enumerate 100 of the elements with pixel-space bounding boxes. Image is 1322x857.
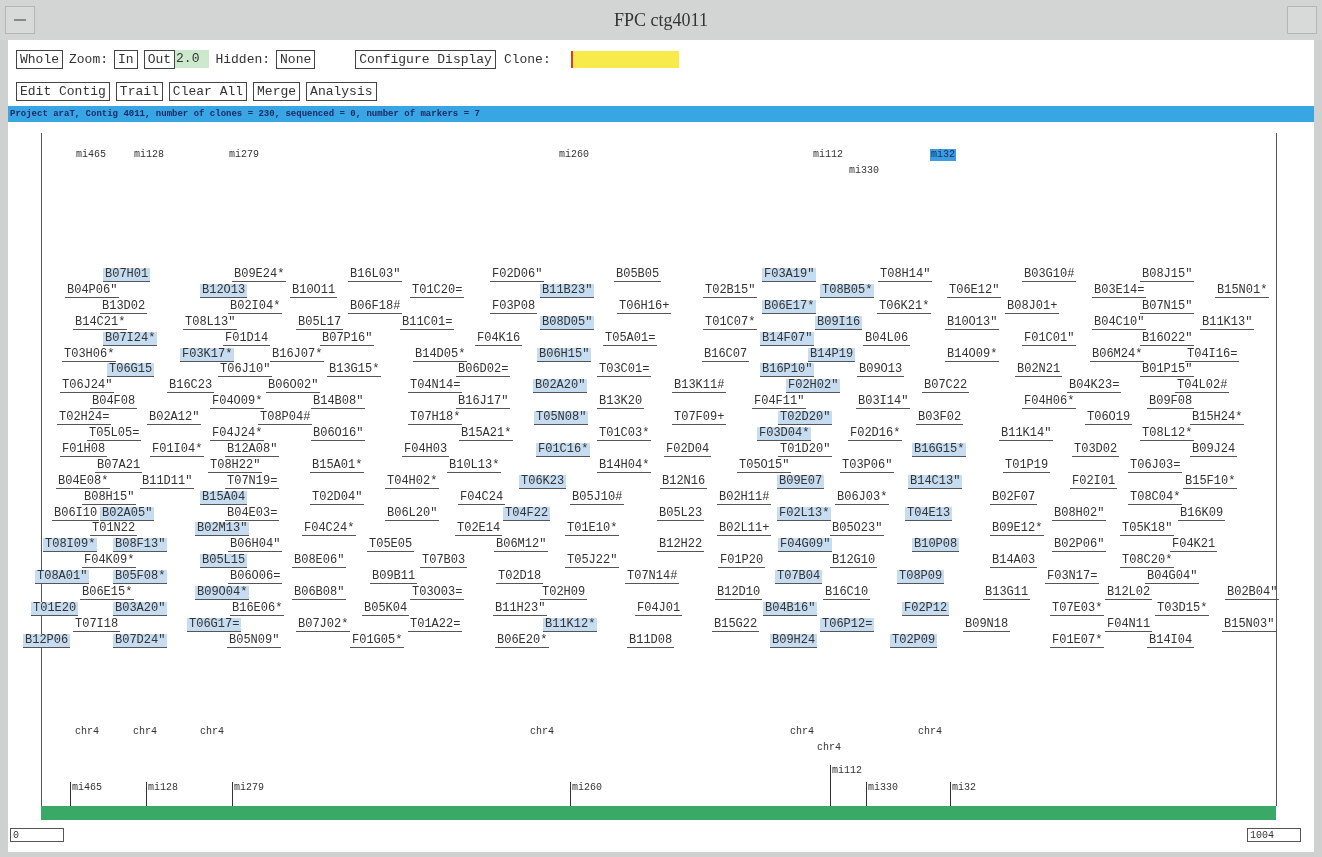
clone-label[interactable]: B08F13" xyxy=(113,538,168,552)
clone-label[interactable]: F04C24 xyxy=(458,491,506,505)
clone-label[interactable]: B14C13" xyxy=(908,475,963,489)
clone-label[interactable]: T08A01" xyxy=(35,570,90,584)
clone-label[interactable]: F02L13* xyxy=(777,507,832,521)
clone-label[interactable]: T03O03= xyxy=(410,586,465,600)
clone-label[interactable]: B16G15* xyxy=(912,443,967,457)
clone-label[interactable]: B02F07 xyxy=(990,491,1038,505)
clone-label[interactable]: T08I09* xyxy=(43,538,98,552)
clone-label[interactable]: B02N21 xyxy=(1015,363,1063,377)
clone-label[interactable]: T08L12* xyxy=(1140,427,1195,441)
clone-label[interactable]: B05B05 xyxy=(614,268,662,282)
marker-label[interactable]: mi260 xyxy=(558,149,590,161)
clone-label[interactable]: B16J07* xyxy=(270,348,325,362)
clone-label[interactable]: F03D04* xyxy=(757,427,812,441)
clone-label[interactable]: T02P09 xyxy=(890,634,938,648)
clone-label[interactable]: B07C22 xyxy=(922,379,970,393)
clone-label[interactable]: B11D08 xyxy=(627,634,675,648)
clone-label[interactable]: F04N11 xyxy=(1105,618,1153,632)
clone-label[interactable]: T02H09 xyxy=(540,586,588,600)
clone-label[interactable]: B10O11 xyxy=(290,284,338,298)
clone-label[interactable]: B06D02= xyxy=(456,363,511,377)
clone-label[interactable]: B12H22 xyxy=(657,538,705,552)
clone-label[interactable]: F04J01 xyxy=(635,602,683,616)
clone-label[interactable]: T08B05* xyxy=(820,284,875,298)
clone-label[interactable]: B02A12" xyxy=(147,411,202,425)
clone-label[interactable]: B06O02" xyxy=(266,379,321,393)
clone-label[interactable]: B02A20" xyxy=(533,379,588,393)
range-start-field[interactable]: 0 xyxy=(10,828,64,842)
clone-label[interactable]: B05O23" xyxy=(830,522,885,536)
clone-label[interactable]: B03E14= xyxy=(1092,284,1147,298)
toolbar-button[interactable]: Whole xyxy=(16,49,63,69)
clone-label[interactable]: F01I04* xyxy=(150,443,205,457)
clone-label[interactable]: B11K13" xyxy=(1200,316,1255,330)
clone-label[interactable]: F04K16 xyxy=(475,332,523,346)
clone-label[interactable]: F02D16* xyxy=(848,427,903,441)
clone-label[interactable]: T06J10" xyxy=(218,363,273,377)
clone-label[interactable]: B14I04 xyxy=(1147,634,1195,648)
marker-label[interactable]: mi128 xyxy=(133,149,165,161)
clone-label[interactable]: F03P08 xyxy=(490,300,538,314)
clone-label[interactable]: B15G22 xyxy=(712,618,760,632)
clone-field[interactable] xyxy=(570,50,679,68)
clone-label[interactable]: B08D05" xyxy=(540,316,595,330)
clone-label[interactable]: B15A21* xyxy=(459,427,514,441)
clone-label[interactable]: F04G09" xyxy=(778,538,833,552)
clone-label[interactable]: B16C07 xyxy=(702,348,750,362)
clone-label[interactable]: B06J03* xyxy=(835,491,890,505)
clone-label[interactable]: B03F02 xyxy=(916,411,964,425)
clone-label[interactable]: F04C24* xyxy=(302,522,357,536)
clone-label[interactable]: T06G17= xyxy=(187,618,242,632)
clone-label[interactable]: B13K20 xyxy=(597,395,645,409)
clone-label[interactable]: B03G10# xyxy=(1022,268,1077,282)
clone-label[interactable]: T04N14= xyxy=(408,379,463,393)
clone-label[interactable]: T08H14" xyxy=(878,268,933,282)
clone-label[interactable]: B11H23" xyxy=(493,602,548,616)
clone-label[interactable]: B09H24 xyxy=(770,634,818,648)
clone-label[interactable]: T06O19 xyxy=(1085,411,1133,425)
clone-label[interactable]: B06H15" xyxy=(537,348,592,362)
clone-label[interactable]: B02P06" xyxy=(1052,538,1107,552)
toolbar-button[interactable]: None xyxy=(276,49,316,69)
clone-label[interactable]: B15N01* xyxy=(1215,284,1270,298)
clone-label[interactable]: F01H08 xyxy=(60,443,108,457)
clone-label[interactable]: F01G05* xyxy=(350,634,405,648)
clone-label[interactable]: T07B04 xyxy=(775,570,823,584)
clone-label[interactable]: B15H24* xyxy=(1190,411,1245,425)
clone-label[interactable]: F03A19" xyxy=(762,268,817,282)
clone-label[interactable]: B02A05" xyxy=(100,507,155,521)
clone-label[interactable]: B12G10 xyxy=(830,554,878,568)
clone-label[interactable]: B07D24" xyxy=(113,634,168,648)
clone-label[interactable]: B07N15" xyxy=(1140,300,1195,314)
clone-label[interactable]: T08P09 xyxy=(897,570,945,584)
marker-label[interactable]: mi112 xyxy=(812,149,844,161)
clone-label[interactable]: B11K14" xyxy=(999,427,1054,441)
clone-label[interactable]: B05J10# xyxy=(570,491,625,505)
clone-label[interactable]: T01C03* xyxy=(597,427,652,441)
clone-label[interactable]: T05O15" xyxy=(737,459,792,473)
clone-label[interactable]: T07N14# xyxy=(625,570,680,584)
clone-label[interactable]: T05A01= xyxy=(603,332,658,346)
clone-label[interactable]: T06E12" xyxy=(947,284,1002,298)
clone-label[interactable]: F04J24* xyxy=(210,427,265,441)
range-end-field[interactable]: 1004 xyxy=(1247,828,1301,842)
clone-label[interactable]: B07P16" xyxy=(320,332,375,346)
clone-label[interactable]: T06J03= xyxy=(1128,459,1183,473)
clone-label[interactable]: B11D11" xyxy=(140,475,195,489)
clone-label[interactable]: B15F10* xyxy=(1183,475,1238,489)
clone-label[interactable]: B14H04* xyxy=(597,459,652,473)
toolbar-button[interactable]: Configure Display xyxy=(355,49,496,69)
marker-label[interactable]: mi279 xyxy=(228,149,260,161)
clone-label[interactable]: T03P06" xyxy=(840,459,895,473)
clone-label[interactable]: T08L13" xyxy=(183,316,238,330)
clone-label[interactable]: F02I01 xyxy=(1070,475,1118,489)
clone-label[interactable]: B09I16 xyxy=(815,316,863,330)
clone-label[interactable]: T08H22" xyxy=(208,459,263,473)
clone-label[interactable]: T01E20 xyxy=(31,602,79,616)
clone-label[interactable]: T03D02 xyxy=(1072,443,1120,457)
clone-label[interactable]: T03C01= xyxy=(597,363,652,377)
clone-label[interactable]: B04E03= xyxy=(225,507,280,521)
clone-label[interactable]: F04K21 xyxy=(1170,538,1218,552)
clone-label[interactable]: B05L23 xyxy=(657,507,705,521)
clone-label[interactable]: F02H02" xyxy=(786,379,841,393)
